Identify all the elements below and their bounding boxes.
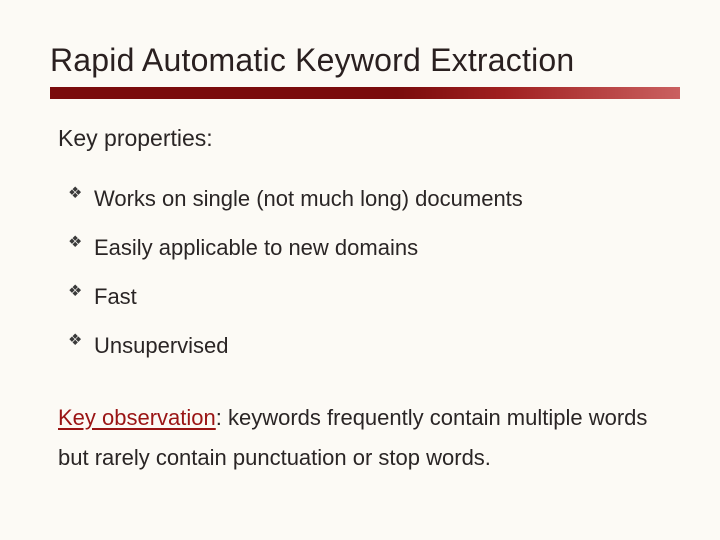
list-item: Fast xyxy=(68,272,662,321)
slide: Rapid Automatic Keyword Extraction Key p… xyxy=(0,0,720,540)
section-heading: Key properties: xyxy=(58,121,662,156)
slide-title: Rapid Automatic Keyword Extraction xyxy=(50,42,670,79)
title-area: Rapid Automatic Keyword Extraction xyxy=(0,0,720,79)
observation-label: Key observation xyxy=(58,405,216,430)
list-item: Unsupervised xyxy=(68,321,662,370)
slide-body: Key properties: Works on single (not muc… xyxy=(0,99,720,479)
properties-list: Works on single (not much long) document… xyxy=(58,174,662,370)
observation-paragraph: Key observation: keywords frequently con… xyxy=(58,398,662,479)
list-item: Easily applicable to new domains xyxy=(68,223,662,272)
list-item: Works on single (not much long) document… xyxy=(68,174,662,223)
title-underline xyxy=(50,87,680,99)
